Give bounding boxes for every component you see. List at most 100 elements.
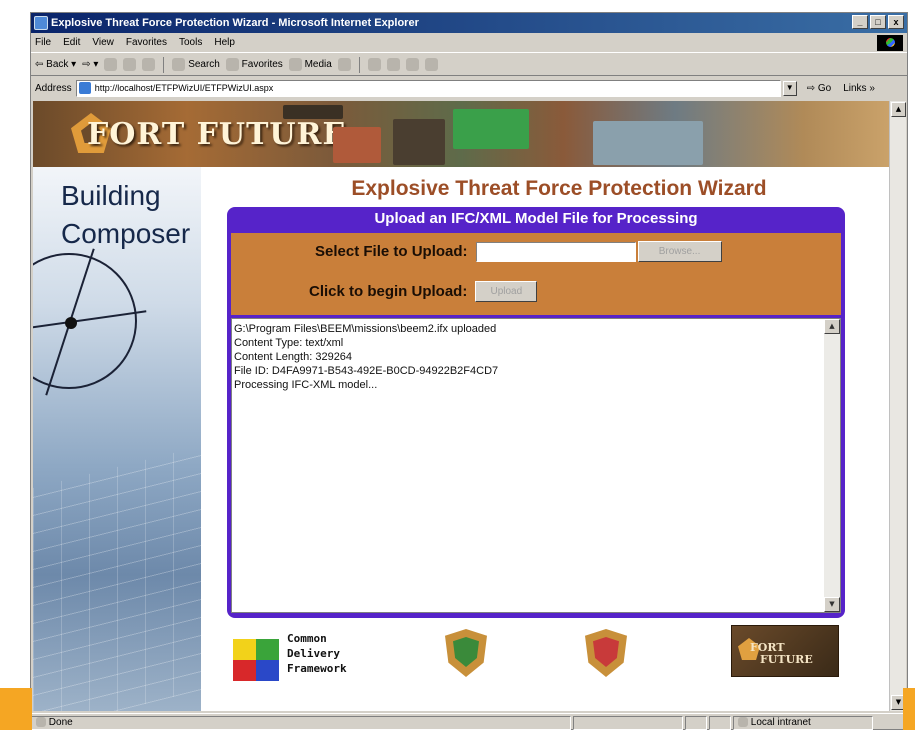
search-button[interactable]: Search — [172, 58, 220, 71]
search-label: Search — [188, 59, 220, 71]
menu-help[interactable]: Help — [214, 37, 235, 48]
favorites-label: Favorites — [241, 59, 283, 71]
status-bar: Done Local intranet — [31, 713, 907, 731]
menu-file[interactable]: File — [35, 37, 51, 48]
output-scrollbar[interactable]: ▲ ▼ — [824, 319, 840, 612]
minimize-button[interactable]: _ — [852, 15, 868, 29]
shield-inner — [453, 637, 479, 667]
cdf-line3: Framework — [287, 662, 347, 675]
scroll-up-icon[interactable]: ▲ — [824, 319, 840, 334]
output-line: Content Length: 329264 — [234, 351, 353, 363]
page-icon — [78, 81, 91, 94]
menu-favorites[interactable]: Favorites — [126, 37, 167, 48]
fort-future-logo-text: FORT FUTURE — [750, 642, 813, 666]
page-content: FORT FUTURE Building Composer Explosive … — [33, 101, 889, 711]
history-icon[interactable] — [337, 58, 351, 71]
left-accent-bar — [0, 688, 32, 730]
status-cell — [685, 715, 707, 730]
red-shield-icon — [585, 629, 627, 677]
building-composer-line1: Building — [61, 180, 161, 211]
upload-button[interactable]: Upload — [475, 281, 538, 302]
media-label: Media — [304, 59, 332, 71]
media-button[interactable]: Media — [288, 58, 332, 71]
toolbar-divider — [163, 56, 165, 73]
maximize-button[interactable]: □ — [870, 15, 886, 29]
browse-button[interactable]: Browse... — [637, 241, 722, 262]
blueprint-grid-graphic — [33, 446, 201, 711]
page-title: Explosive Threat Force Protection Wizard — [351, 177, 767, 200]
status-progress-cell — [573, 715, 683, 730]
links-button[interactable]: Links » — [843, 83, 875, 94]
toolbar-divider — [358, 56, 360, 73]
menu-edit[interactable]: Edit — [63, 37, 80, 48]
ie-icon — [34, 16, 48, 30]
address-input[interactable]: http://localhost/ETFPWizUI/ETFPWizUI.asp… — [75, 79, 781, 97]
home-icon[interactable] — [142, 58, 156, 71]
go-button[interactable]: ⇨ Go — [807, 83, 832, 94]
status-zone-cell: Local intranet — [733, 715, 873, 730]
done-page-icon — [36, 716, 46, 727]
output-line: File ID: D4FA9971-B543-492E-B0CD-94922B2… — [234, 365, 499, 377]
address-url: http://localhost/ETFPWizUI/ETFPWizUI.asp… — [94, 82, 274, 93]
right-accent-bar — [903, 688, 915, 730]
scroll-down-icon[interactable]: ▼ — [824, 597, 840, 612]
menu-bar: File Edit View Favorites Tools Help — [31, 33, 907, 53]
favorites-button[interactable]: Favorites — [225, 58, 283, 71]
cdf-text: Common Delivery Framework — [287, 631, 347, 676]
building-model-image — [453, 109, 529, 149]
browser-window: Explosive Threat Force Protection Wizard… — [30, 12, 908, 730]
output-line: G:\Program Files\BEEM\missions\beem2.ifx… — [234, 323, 497, 335]
facility-image — [593, 121, 703, 165]
begin-upload-label: Click to begin Upload: — [309, 283, 468, 300]
edit-icon[interactable] — [405, 58, 419, 71]
toolbar: ⇦ Back ▾ ⇨ ▾ Search Favorites Media — [31, 54, 907, 76]
output-line: Processing IFC-XML model... — [234, 379, 378, 391]
status-zone: Local intranet — [750, 716, 811, 728]
refresh-icon[interactable] — [123, 58, 137, 71]
title-bar: Explosive Threat Force Protection Wizard… — [31, 13, 907, 33]
back-button[interactable]: ⇦ Back ▾ — [35, 59, 76, 70]
output-text: G:\Program Files\BEEM\missions\beem2.ifx… — [234, 322, 498, 392]
menu-tools[interactable]: Tools — [179, 37, 202, 48]
search-icon — [172, 58, 186, 71]
banner-title: FORT FUTURE — [87, 117, 347, 152]
page-scrollbar[interactable]: ▲ ▼ — [889, 101, 906, 711]
cdf-line1: Common — [287, 632, 327, 645]
fort-future-banner: FORT FUTURE — [33, 101, 889, 167]
slide-frame: Explosive Threat Force Protection Wizard… — [0, 0, 915, 730]
discuss-icon[interactable] — [424, 58, 438, 71]
stop-icon[interactable] — [104, 58, 118, 71]
select-file-row: Select File to Upload: Browse... — [315, 241, 722, 262]
mail-icon[interactable] — [367, 58, 381, 71]
upload-output-box[interactable]: G:\Program Files\BEEM\missions\beem2.ifx… — [231, 318, 841, 613]
intranet-icon — [738, 716, 748, 727]
green-shield-icon — [445, 629, 487, 677]
file-path-input[interactable] — [475, 241, 636, 262]
begin-upload-row: Click to begin Upload: Upload — [309, 281, 538, 302]
fort-future-logo: FORT FUTURE — [731, 625, 839, 677]
address-label: Address — [35, 82, 72, 94]
windows-logo-icon — [877, 35, 903, 51]
puzzle-icon — [233, 639, 279, 681]
house-image — [333, 127, 381, 163]
print-icon[interactable] — [386, 58, 400, 71]
crosshair-graphic — [33, 253, 137, 389]
close-button[interactable]: x — [888, 15, 904, 29]
media-icon — [288, 58, 302, 71]
menu-view[interactable]: View — [92, 37, 114, 48]
helicopter-silhouette — [283, 105, 343, 119]
building-composer-line2: Composer — [61, 218, 191, 249]
status-cell — [709, 715, 731, 730]
forward-button[interactable]: ⇨ ▾ — [82, 59, 98, 70]
cdf-line2: Delivery — [287, 647, 340, 660]
address-dropdown-button[interactable]: ▼ — [782, 80, 797, 96]
building-composer-graphic: Building Composer — [33, 167, 201, 711]
status-text-cell: Done — [31, 715, 571, 730]
upload-panel: Upload an IFC/XML Model File for Process… — [227, 207, 845, 618]
page-scroll-up-icon[interactable]: ▲ — [891, 102, 906, 117]
window-title: Explosive Threat Force Protection Wizard… — [51, 17, 419, 29]
upload-form: Select File to Upload: Browse... Click t… — [231, 233, 841, 315]
favorites-icon — [225, 58, 239, 71]
status-text: Done — [48, 716, 73, 728]
select-file-label: Select File to Upload: — [315, 243, 468, 260]
